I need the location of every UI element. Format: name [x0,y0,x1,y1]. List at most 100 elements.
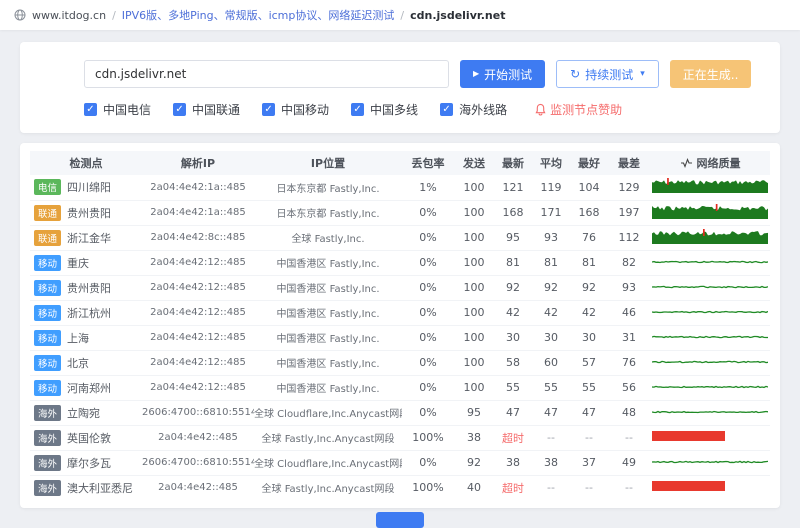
node-name: 贵州贵阳 [67,280,111,296]
resolved-ip: 2a04:4e42:1a::485 [142,175,254,200]
worst-ms: 56 [608,375,650,400]
continuous-test-button[interactable]: ↻ 持续测试 ▾ [556,60,659,88]
avg-ms: -- [532,475,570,500]
node-name: 重庆 [67,255,89,271]
breadcrumb-path[interactable]: IPV6版、多地Ping、常规版、icmp协议、网络延迟测试 [122,7,395,23]
checkbox-line-2[interactable]: ✓中国移动 [262,101,329,118]
latest-ms: 超时 [494,425,532,450]
host-input[interactable] [84,60,449,88]
resolved-ip: 2a04:4e42:1a::485 [142,200,254,225]
worst-ms: -- [608,475,650,500]
loss-rate: 0% [402,200,454,225]
worst-ms: 129 [608,175,650,200]
carrier-badge: 海外 [34,430,61,446]
node-name: 摩尔多瓦 [67,455,111,471]
node-name: 立陶宛 [67,405,100,421]
checkbox-checked-icon: ✓ [351,103,364,116]
checkbox-line-1[interactable]: ✓中国联通 [173,101,240,118]
resolved-ip: 2a04:4e42:8c::485 [142,225,254,250]
checkbox-line-4[interactable]: ✓海外线路 [440,101,507,118]
worst-ms: 46 [608,300,650,325]
loss-rate: 0% [402,350,454,375]
node-name: 贵州贵阳 [67,205,111,221]
carrier-badge: 电信 [34,179,61,195]
checkbox-label: 中国多线 [370,101,418,118]
avg-ms: 47 [532,400,570,425]
node-name: 河南郑州 [67,380,111,396]
ip-location: 中国香港区 Fastly,Inc. [254,300,402,325]
table-row: 联通 浙江金华 2a04:4e42:8c::485 全球 Fastly,Inc.… [30,225,770,250]
checkbox-line-0[interactable]: ✓中国电信 [84,101,151,118]
chevron-down-icon: ▾ [640,69,645,79]
best-ms: 37 [570,450,608,475]
ip-location: 全球 Cloudflare,Inc.Anycast网段 [254,400,402,425]
sent-count: 100 [454,200,494,225]
latest-ms: 30 [494,325,532,350]
table-header-row: 检测点 解析IP IP位置 丢包率 发送 最新 平均 最好 最差 [30,151,770,175]
loss-rate: 0% [402,375,454,400]
line-checkbox-row: ✓中国电信 ✓中国联通 ✓中国移动 ✓ 中国多线 ✓海外线路 监测节点赞助 [84,101,760,118]
start-test-label: 开始测试 [484,66,532,83]
breadcrumb-site[interactable]: www.itdog.cn [32,9,106,22]
carrier-badge: 移动 [34,305,61,321]
best-ms: 104 [570,175,608,200]
latest-ms: 38 [494,450,532,475]
resolved-ip: 2a04:4e42:12::485 [142,325,254,350]
quality-sparkline [652,379,768,394]
globe-icon [14,9,26,21]
footer-button-partial[interactable] [376,512,424,528]
sent-count: 38 [454,425,494,450]
checkbox-line-3[interactable]: ✓ 中国多线 [351,101,418,118]
worst-ms: 197 [608,200,650,225]
worst-ms: 93 [608,275,650,300]
table-row: 电信 四川绵阳 2a04:4e42:1a::485 日本东京都 Fastly,I… [30,175,770,200]
header-sent: 发送 [454,151,494,175]
generating-button[interactable]: 正在生成.. [670,60,752,88]
sent-count: 92 [454,450,494,475]
best-ms: 92 [570,275,608,300]
loss-rate: 0% [402,400,454,425]
loss-rate: 0% [402,450,454,475]
ip-location: 日本东京都 Fastly,Inc. [254,175,402,200]
worst-ms: -- [608,425,650,450]
table-row: 移动 河南郑州 2a04:4e42:12::485 中国香港区 Fastly,I… [30,375,770,400]
ip-location: 全球 Fastly,Inc.Anycast网段 [254,475,402,500]
node-name: 四川绵阳 [67,179,111,195]
sent-count: 100 [454,350,494,375]
resolved-ip: 2a04:4e42:12::485 [142,350,254,375]
carrier-badge: 联通 [34,230,61,246]
worst-ms: 112 [608,225,650,250]
bell-icon [535,103,546,116]
worst-ms: 76 [608,350,650,375]
quality-sparkline [652,304,768,319]
ip-location: 全球 Fastly,Inc. [254,225,402,250]
node-name: 浙江金华 [67,230,111,246]
ip-location: 日本东京都 Fastly,Inc. [254,200,402,225]
avg-ms: 55 [532,375,570,400]
latest-ms: 168 [494,200,532,225]
breadcrumb-target: cdn.jsdelivr.net [410,9,505,22]
loss-rate: 0% [402,275,454,300]
quality-sparkline [652,454,768,469]
ip-location: 中国香港区 Fastly,Inc. [254,250,402,275]
latest-ms: 42 [494,300,532,325]
sponsor-link[interactable]: 监测节点赞助 [535,101,622,118]
header-resolved-ip: 解析IP [142,151,254,175]
resolved-ip: 2a04:4e42:12::485 [142,275,254,300]
breadcrumb-separator: / [112,9,116,22]
table-row: 海外 英国伦敦 2a04:4e42::485 全球 Fastly,Inc.Any… [30,425,770,450]
carrier-badge: 移动 [34,380,61,396]
best-ms: -- [570,425,608,450]
loss-rate: 100% [402,475,454,500]
best-ms: 30 [570,325,608,350]
quality-sparkline [652,254,768,269]
header-loss-rate: 丢包率 [402,151,454,175]
resolved-ip: 2a04:4e42::485 [142,475,254,500]
breadcrumb: www.itdog.cn / IPV6版、多地Ping、常规版、icmp协议、网… [0,0,800,30]
start-test-button[interactable]: ▶ 开始测试 [460,60,545,88]
ip-location: 中国香港区 Fastly,Inc. [254,325,402,350]
worst-ms: 49 [608,450,650,475]
checkbox-checked-icon: ✓ [84,103,97,116]
avg-ms: 81 [532,250,570,275]
avg-ms: 119 [532,175,570,200]
